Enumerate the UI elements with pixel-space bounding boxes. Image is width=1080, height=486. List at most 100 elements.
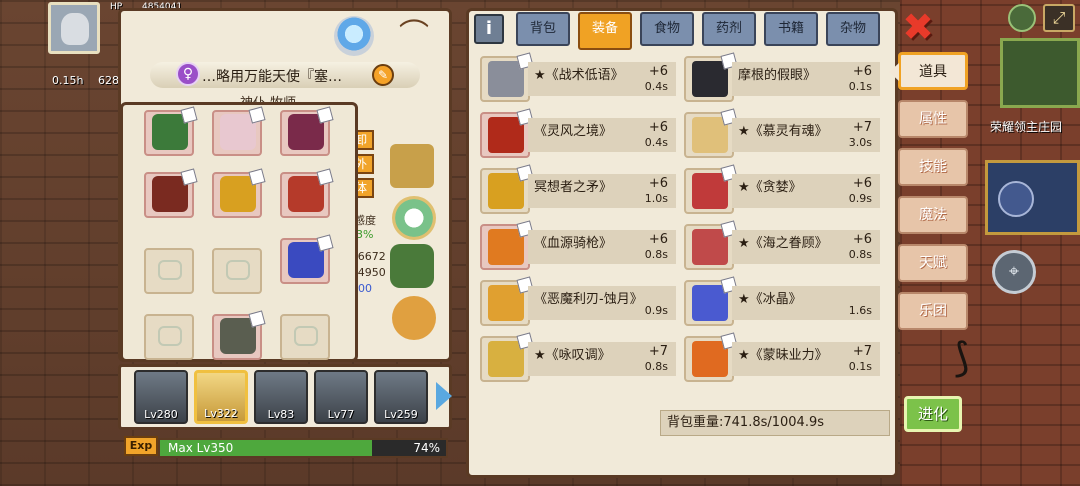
empty-slot-icon xyxy=(158,260,182,280)
bow-icon[interactable]: ⟆ xyxy=(954,330,994,386)
party-member-level: Lv322 xyxy=(204,407,238,420)
item-label-box: ★《贪婪》 +6 0.9s xyxy=(732,174,880,208)
item-icon[interactable] xyxy=(480,332,534,382)
slot-empty-1[interactable] xyxy=(144,248,194,294)
slot-gauntlets[interactable] xyxy=(280,168,334,218)
slot-belt[interactable] xyxy=(144,168,198,218)
item-plus: +7 xyxy=(648,344,668,359)
female-icon: ♀ xyxy=(176,62,200,86)
character-title: …略用万能天使『塞… xyxy=(202,69,342,85)
item-weight: 1.0s xyxy=(644,192,668,205)
item-plus: +6 xyxy=(852,232,872,247)
slot-armor[interactable] xyxy=(212,310,266,360)
item-row[interactable]: ★《贪婪》 +6 0.9s xyxy=(684,164,880,214)
exp-percent: 74% xyxy=(413,441,440,455)
tab-5[interactable]: 杂物 xyxy=(826,12,880,46)
close-icon[interactable]: ✖ xyxy=(900,8,936,46)
item-row[interactable]: 《灵风之境》 +6 0.4s xyxy=(480,108,676,158)
settings-toggle-icon[interactable]: ⤢ xyxy=(1043,4,1075,32)
side-text-extra: 00 xyxy=(358,282,372,295)
item-label-box: ★《蒙昧业力》 +7 0.1s xyxy=(732,342,880,376)
side-menu-item-1[interactable]: 属性 xyxy=(898,100,968,138)
side-menu-item-3[interactable]: 魔法 xyxy=(898,196,968,234)
map-tile-castle xyxy=(985,160,1080,235)
item-icon[interactable] xyxy=(684,332,738,382)
item-icon[interactable] xyxy=(480,276,534,326)
item-icon[interactable] xyxy=(684,108,738,158)
item-row[interactable]: 《血源骑枪》 +6 0.8s xyxy=(480,220,676,270)
party-next-arrow-icon[interactable] xyxy=(436,382,452,410)
party-member[interactable]: Lv280 xyxy=(134,370,188,424)
edit-icon[interactable]: ✎ xyxy=(372,64,394,86)
item-icon[interactable] xyxy=(684,276,738,326)
item-name: ★《蒙昧业力》 xyxy=(738,348,828,363)
item-name: 摩根的假眼》 xyxy=(738,68,817,83)
party-member[interactable]: Lv259 xyxy=(374,370,428,424)
tab-3[interactable]: 药剂 xyxy=(702,12,756,46)
exp-tag: Exp xyxy=(124,436,158,456)
slot-empty-3[interactable] xyxy=(144,314,194,360)
compass-icon[interactable]: ⌖ xyxy=(992,250,1036,294)
party-member[interactable]: Lv77 xyxy=(314,370,368,424)
slot-boots[interactable] xyxy=(212,168,266,218)
item-icon[interactable] xyxy=(480,108,534,158)
hanger-icon[interactable]: ⌒ xyxy=(386,16,442,56)
item-row[interactable]: 冥想者之矛》 +6 1.0s xyxy=(480,164,676,214)
equip-boots-icon[interactable] xyxy=(390,244,434,288)
slot-gem[interactable] xyxy=(280,234,334,284)
item-row[interactable]: ★《慕灵有魂》 +7 3.0s xyxy=(684,108,880,158)
party-member-level: Lv83 xyxy=(267,408,295,421)
item-name: ★《慕灵有魂》 xyxy=(738,124,828,139)
item-plus: +6 xyxy=(648,232,668,247)
evolve-button[interactable]: 进化 xyxy=(904,396,962,432)
item-icon[interactable] xyxy=(684,52,738,102)
slot-cloak[interactable] xyxy=(280,106,334,156)
crystal-icon[interactable] xyxy=(334,16,374,56)
tab-2[interactable]: 食物 xyxy=(640,12,694,46)
item-weight: 0.8s xyxy=(644,248,668,261)
item-row[interactable]: ★《蒙昧业力》 +7 0.1s xyxy=(684,332,880,382)
side-menu-item-5[interactable]: 乐团 xyxy=(898,292,968,330)
player-avatar[interactable] xyxy=(48,2,100,54)
globe-icon[interactable] xyxy=(1008,4,1036,32)
item-icon[interactable] xyxy=(684,164,738,214)
party-member[interactable]: Lv322 xyxy=(194,370,248,424)
item-row[interactable]: 摩根的假眼》 +6 0.1s xyxy=(684,52,880,102)
equip-helmet-icon[interactable] xyxy=(390,144,434,188)
item-icon[interactable] xyxy=(480,164,534,214)
map-label: 荣耀领主庄园 xyxy=(990,120,1063,134)
item-row[interactable]: ★《海之眷顾》 +6 0.8s xyxy=(684,220,880,270)
item-name: ★《冰晶》 xyxy=(738,292,802,307)
item-row[interactable]: ★《冰晶》 1.6s xyxy=(684,276,880,326)
slot-accessory[interactable] xyxy=(144,106,198,156)
item-name: ★《咏叹调》 xyxy=(534,348,611,363)
item-weight: 1.6s xyxy=(848,304,872,317)
item-row[interactable]: ★《战术低语》 +6 0.4s xyxy=(480,52,676,102)
side-menu-item-0[interactable]: 道具 xyxy=(889,52,968,90)
tab-0[interactable]: 背包 xyxy=(516,12,570,46)
tab-1[interactable]: 装备 xyxy=(578,12,632,50)
item-weight: 0.4s xyxy=(644,136,668,149)
tab-4[interactable]: 书籍 xyxy=(764,12,818,46)
item-icon[interactable] xyxy=(480,220,534,270)
party-member[interactable]: Lv83 xyxy=(254,370,308,424)
equip-ring-icon[interactable] xyxy=(392,296,436,340)
slot-empty-2[interactable] xyxy=(212,248,262,294)
item-weight: 0.8s xyxy=(644,360,668,373)
item-label-box: 冥想者之矛》 +6 1.0s xyxy=(528,174,676,208)
item-row[interactable]: ★《咏叹调》 +7 0.8s xyxy=(480,332,676,382)
item-row[interactable]: 《恶魔利刃-蚀月》 0.9s xyxy=(480,276,676,326)
item-name: 《血源骑枪》 xyxy=(534,236,613,251)
item-name: 冥想者之矛》 xyxy=(534,180,613,195)
slot-wings[interactable] xyxy=(212,106,266,156)
item-icon[interactable] xyxy=(480,52,534,102)
slot-empty-4[interactable] xyxy=(280,314,330,360)
item-icon[interactable] xyxy=(684,220,738,270)
side-menu-item-2[interactable]: 技能 xyxy=(898,148,968,186)
exp-row: Exp Max Lv350 74% xyxy=(120,434,450,462)
equip-mirror-icon[interactable] xyxy=(392,196,436,240)
item-label-box: 《血源骑枪》 +6 0.8s xyxy=(528,230,676,264)
side-menu-item-4[interactable]: 天赋 xyxy=(898,244,968,282)
info-icon[interactable]: i xyxy=(474,14,504,44)
item-weight: 0.8s xyxy=(848,248,872,261)
